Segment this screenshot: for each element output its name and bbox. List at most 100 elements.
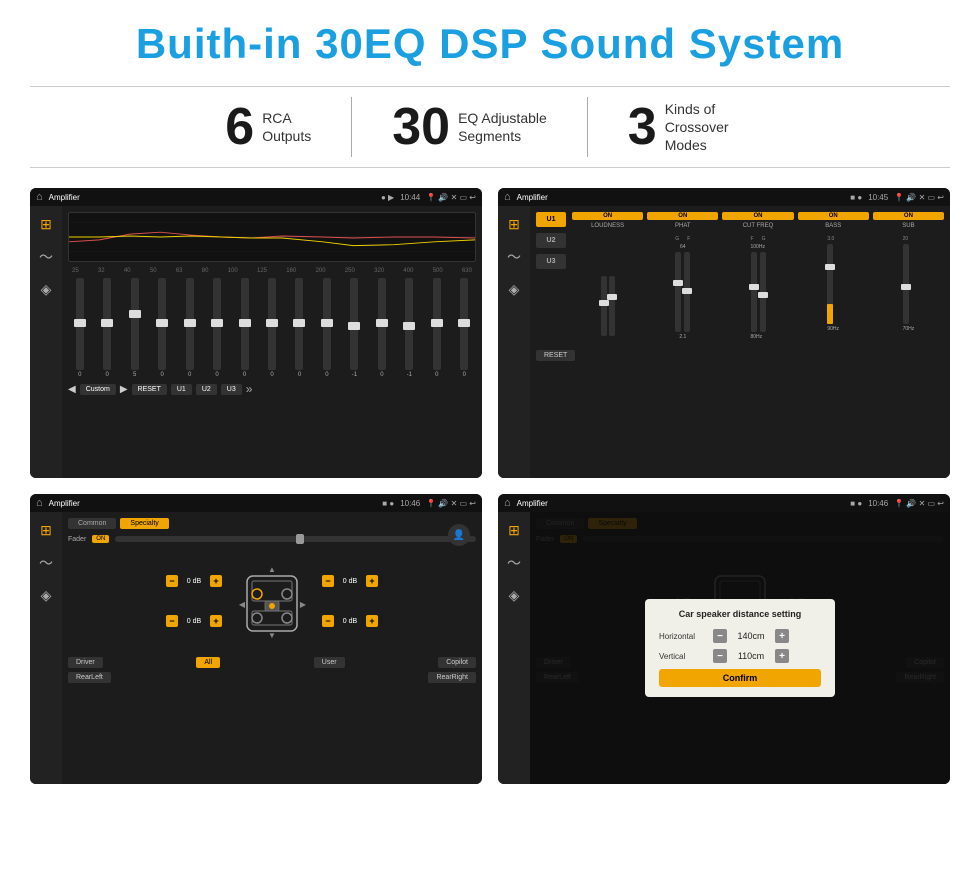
car-diagram-svg: ▲ ▼ ◀ ▶ (237, 556, 307, 646)
dialog-home-icon[interactable]: ⌂ (504, 497, 511, 509)
balance-sidebar-wave-icon[interactable]: 〜 (39, 553, 53, 573)
amp-channel-bass: ON BASS 3.0 90Hz (798, 212, 869, 340)
amp-cutfreq-label: CUT FREQ (743, 223, 774, 229)
stat-crossover: 3 Kinds ofCrossover Modes (588, 100, 795, 155)
eq-slider-7: 0 (233, 278, 256, 378)
db-minus-right-top[interactable]: − (322, 575, 334, 587)
dialog-vertical-row: Vertical − 110cm + (659, 649, 821, 663)
fader-on-badge[interactable]: ON (92, 535, 109, 543)
amp-channel-phat: ON PHAT GF 64 2.1 (647, 212, 718, 340)
db-value-left-top: 0 dB (180, 578, 208, 585)
amp-channel-cutfreq: ON CUT FREQ FG 100Hz 80Hz (722, 212, 793, 340)
spk-user-btn[interactable]: User (314, 657, 345, 668)
dialog-horizontal-plus[interactable]: + (775, 629, 789, 643)
amp-presets: U1 U2 U3 (536, 212, 566, 340)
eq-more-icon[interactable]: » (246, 382, 253, 396)
eq-next-icon[interactable]: ▶ (120, 384, 128, 395)
spk-driver-btn[interactable]: Driver (68, 657, 103, 668)
spk-all-btn[interactable]: All (196, 657, 220, 668)
amp-screen-card: ⌂ Amplifier ■ ● 10:45 📍 🔊 ✕ ▭ ↩ ⊞ 〜 ◈ U1 (498, 188, 950, 478)
eq-sidebar-speaker-icon[interactable]: ◈ (41, 281, 52, 298)
spk-copilot-btn[interactable]: Copilot (438, 657, 476, 668)
db-plus-right-top[interactable]: + (366, 575, 378, 587)
amp-loudness-on[interactable]: ON (572, 212, 643, 220)
db-value-right-top: 0 dB (336, 578, 364, 585)
amp-home-icon[interactable]: ⌂ (504, 191, 511, 203)
dialog-sidebar-wave-icon[interactable]: 〜 (507, 553, 521, 573)
speaker-buttons-row2: RearLeft RearRight (68, 672, 476, 683)
amp-left-sidebar: ⊞ 〜 ◈ (498, 206, 530, 478)
eq-screen-title: Amplifier (49, 193, 375, 202)
eq-freq-labels: 253240506380100125160200250320400500630 (68, 268, 476, 274)
confirm-button[interactable]: Confirm (659, 669, 821, 687)
balance-home-icon[interactable]: ⌂ (36, 497, 43, 509)
dialog-status-icons: 📍 🔊 ✕ ▭ ↩ (894, 499, 944, 508)
dialog-main-content: Common Specialty Fader ON 0 dB (530, 512, 950, 784)
dialog-horizontal-minus[interactable]: − (713, 629, 727, 643)
dialog-screen-title: Amplifier (517, 499, 845, 508)
eq-graph (68, 212, 476, 262)
amp-sidebar-eq-icon[interactable]: ⊞ (508, 216, 520, 233)
amp-u2-btn[interactable]: U2 (536, 233, 566, 248)
eq-sidebar-eq-icon[interactable]: ⊞ (40, 216, 52, 233)
stat-number-crossover: 3 (628, 101, 657, 153)
amp-reset-btn[interactable]: RESET (536, 350, 575, 361)
amp-loudness-slider2 (609, 276, 615, 336)
amp-bass-on[interactable]: ON (798, 212, 869, 220)
dialog-sidebar-speaker-icon[interactable]: ◈ (509, 587, 520, 604)
eq-prev-icon[interactable]: ◀ (68, 384, 76, 395)
dialog-sidebar-eq-icon[interactable]: ⊞ (508, 522, 520, 539)
tab-specialty[interactable]: Specialty (120, 518, 168, 529)
db-plus-left-top[interactable]: + (210, 575, 222, 587)
home-icon[interactable]: ⌂ (36, 191, 43, 203)
amp-u3-btn[interactable]: U3 (536, 254, 566, 269)
amp-sidebar-speaker-icon[interactable]: ◈ (509, 281, 520, 298)
eq-slider-13: -1 (398, 278, 421, 378)
dialog-horizontal-row: Horizontal − 140cm + (659, 629, 821, 643)
eq-u2-btn[interactable]: U2 (196, 384, 217, 395)
amp-sub-on[interactable]: ON (873, 212, 944, 220)
stat-eq: 30 EQ AdjustableSegments (352, 101, 587, 153)
amp-channel-sub: ON SUB 20 70Hz (873, 212, 944, 340)
eq-custom-btn[interactable]: Custom (80, 384, 116, 395)
dialog-horizontal-value: 140cm (731, 631, 771, 641)
eq-u3-btn[interactable]: U3 (221, 384, 242, 395)
db-minus-right-bottom[interactable]: − (322, 615, 334, 627)
eq-reset-btn[interactable]: RESET (132, 384, 167, 395)
user-icon-btn[interactable]: 👤 (448, 524, 470, 546)
db-minus-left-bottom[interactable]: − (166, 615, 178, 627)
db-minus-left-top[interactable]: − (166, 575, 178, 587)
eq-slider-6: 0 (205, 278, 228, 378)
balance-sidebar-speaker-icon[interactable]: ◈ (41, 587, 52, 604)
fader-slider[interactable] (115, 536, 476, 542)
eq-slider-5: 0 (178, 278, 201, 378)
eq-u1-btn[interactable]: U1 (171, 384, 192, 395)
amp-loudness-slider (601, 276, 607, 336)
balance-sidebar-eq-icon[interactable]: ⊞ (40, 522, 52, 539)
spk-rearright-btn[interactable]: RearRight (428, 672, 476, 683)
amp-cutfreq-on[interactable]: ON (722, 212, 793, 220)
eq-screen-content: ⊞ 〜 ◈ (30, 206, 482, 478)
amp-loudness-label: LOUDNESS (591, 223, 624, 229)
eq-main-content: 253240506380100125160200250320400500630 … (62, 206, 482, 478)
amp-phat-on[interactable]: ON (647, 212, 718, 220)
spk-rearleft-btn[interactable]: RearLeft (68, 672, 111, 683)
tab-common[interactable]: Common (68, 518, 116, 529)
amp-time: 10:45 (868, 193, 888, 202)
balance-screen-content: ⊞ 〜 ◈ Common Specialty Fader O (30, 512, 482, 784)
db-plus-right-bottom[interactable]: + (366, 615, 378, 627)
eq-sidebar-wave-icon[interactable]: 〜 (39, 247, 53, 267)
dialog-horizontal-control: − 140cm + (713, 629, 789, 643)
dialog-screen-card: ⌂ Amplifier ■ ● 10:46 📍 🔊 ✕ ▭ ↩ ⊞ 〜 ◈ Co… (498, 494, 950, 784)
eq-screen-card: ⌂ Amplifier ● ▶ 10:44 📍 🔊 ✕ ▭ ↩ ⊞ 〜 ◈ (30, 188, 482, 478)
fader-handle[interactable] (296, 534, 304, 544)
db-plus-left-bottom[interactable]: + (210, 615, 222, 627)
amp-sidebar-wave-icon[interactable]: 〜 (507, 247, 521, 267)
amp-u1-btn[interactable]: U1 (536, 212, 566, 227)
eq-slider-9: 0 (288, 278, 311, 378)
dialog-vertical-control: − 110cm + (713, 649, 789, 663)
dialog-vertical-plus[interactable]: + (775, 649, 789, 663)
db-control-left-bottom: − 0 dB + (166, 615, 222, 627)
amp-screen-content: ⊞ 〜 ◈ U1 U2 U3 (498, 206, 950, 478)
dialog-vertical-minus[interactable]: − (713, 649, 727, 663)
